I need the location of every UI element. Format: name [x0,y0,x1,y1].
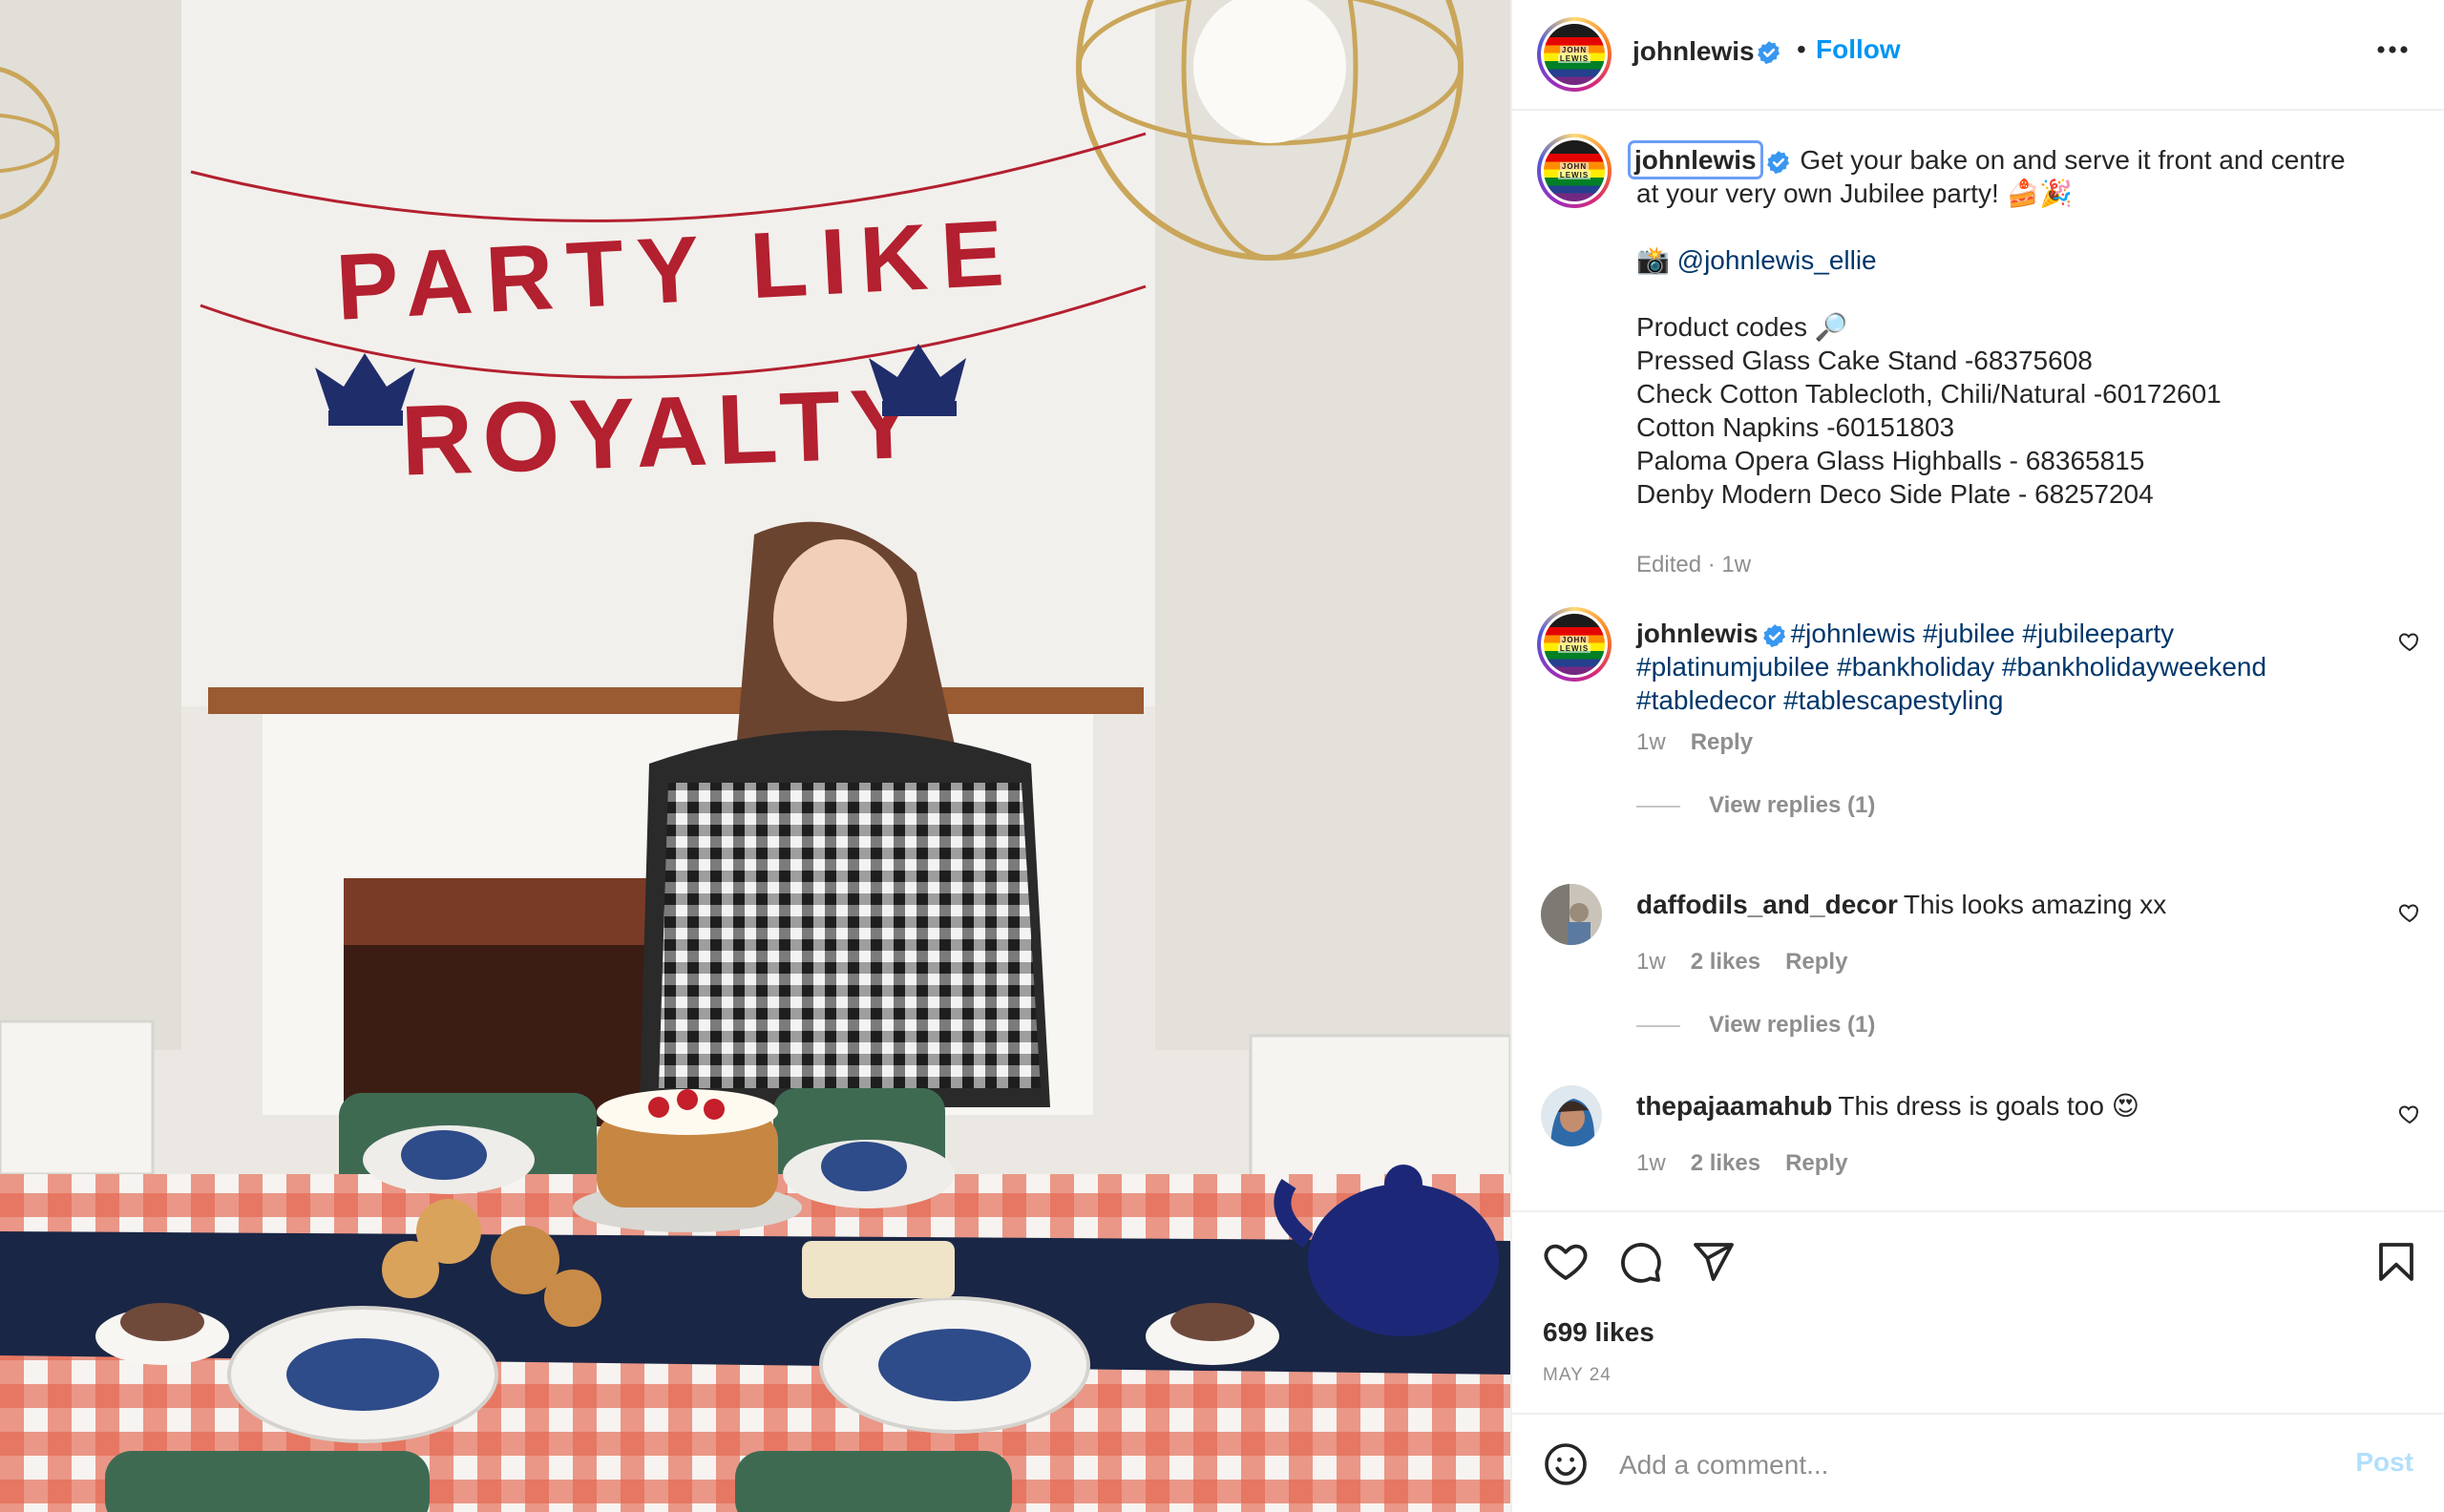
post-header: JOHN LEWIS johnlewis • Follow [1512,0,2444,111]
comment-username[interactable]: thepajaamahub [1636,1091,1832,1121]
product-code-line: Pressed Glass Cake Stand -68375608 [1636,346,2093,375]
caption: JOHN LEWIS johnlewis Get your bake on an… [1512,134,2444,611]
separator-dot: • [1797,34,1806,64]
view-replies-button[interactable]: View replies (1) [1636,792,1875,819]
john-lewis-logo: JOHN LEWIS [1544,140,1605,201]
john-lewis-logo: JOHN LEWIS [1544,614,1605,675]
comment-likes[interactable]: 2 likes [1691,1150,1760,1176]
like-heart-icon[interactable] [1543,1239,1589,1285]
post-actions: 699 likes MAY 24 [1512,1210,2444,1413]
comment-avatar[interactable] [1541,884,1602,945]
comment-item: daffodils_and_decor This looks amazing xx… [1512,878,2444,1060]
follow-button[interactable]: Follow [1816,34,1901,65]
save-bookmark-icon[interactable] [2373,1239,2419,1285]
product-code-line: Paloma Opera Glass Highballs - 68365815 [1636,446,2145,475]
caption-avatar[interactable]: JOHN LEWIS [1537,134,1612,208]
caption-username[interactable]: johnlewis [1628,140,1763,179]
like-comment-heart-icon[interactable] [2398,1102,2421,1125]
post-sidebar: JOHN LEWIS johnlewis • Follow JOHN LEWIS… [1510,0,2444,1512]
comment-text: daffodils_and_decor This looks amazing xx [1636,890,2167,919]
verified-badge-icon [1758,41,1780,65]
comment-avatar[interactable] [1541,1085,1602,1146]
comment-text: johnlewis #johnlewis #jubilee #jubileepa… [1636,617,2358,717]
view-replies-button[interactable]: View replies (1) [1636,1012,1875,1039]
reply-button[interactable]: Reply [1691,729,1753,755]
emoji-smiley-icon[interactable] [1543,1441,1589,1487]
product-codes-title: Product codes 🔎 [1636,312,1848,342]
comment-username[interactable]: daffodils_and_decor [1636,890,1898,919]
like-comment-heart-icon[interactable] [2398,901,2421,924]
comment-time: 1w [1636,729,1666,755]
comment-meta: 1w Reply [1636,729,1753,756]
caption-meta: Edited · 1w [1636,552,1752,578]
avatar-photo [1541,884,1602,945]
author-avatar[interactable]: JOHN LEWIS [1537,17,1612,92]
comment-text: thepajaamahub This dress is goals too 😍 [1636,1091,2139,1121]
like-comment-heart-icon[interactable] [2398,630,2421,653]
photo-credit: 📸 @johnlewis_ellie [1636,245,1877,275]
reply-button[interactable]: Reply [1785,1150,1847,1176]
reply-button[interactable]: Reply [1785,949,1847,975]
comment-meta: 1w 2 likes Reply [1636,1150,1847,1177]
comment-avatar[interactable]: JOHN LEWIS [1537,607,1612,682]
product-code-line: Denby Modern Deco Side Plate - 68257204 [1636,479,2154,509]
avatar-photo [1541,1085,1602,1146]
verified-badge-icon [1766,150,1789,174]
caption-text-block: johnlewis Get your bake on and serve it … [1628,140,2358,511]
instagram-post-view: PARTY LIKE ROYALTY JOHN LEWIS johnlewis … [0,0,2444,1512]
likes-count[interactable]: 699 likes [1543,1317,1654,1348]
author-username[interactable]: johnlewis [1633,36,1755,67]
post-date: MAY 24 [1543,1365,1612,1385]
comment-time: 1w [1636,949,1666,975]
comment-likes[interactable]: 2 likes [1691,949,1760,975]
post-image: PARTY LIKE ROYALTY [0,0,1510,1512]
comment-item: thepajaamahub This dress is goals too 😍 1… [1512,1080,2444,1194]
post-comment-button[interactable]: Post [2355,1447,2413,1478]
share-paper-plane-icon[interactable] [1690,1239,1736,1285]
product-code-line: Check Cotton Tablecloth, Chili/Natural -… [1636,379,2222,409]
comment-time: 1w [1636,1150,1666,1176]
post-photo: PARTY LIKE ROYALTY [0,0,1510,1512]
comment-username[interactable]: johnlewis [1636,619,1759,648]
verified-badge-icon [1762,623,1785,647]
comment-bubble-icon[interactable] [1617,1239,1663,1285]
more-options-icon[interactable] [2375,44,2410,55]
comment-meta: 1w 2 likes Reply [1636,949,1847,976]
comments-list[interactable]: JOHN LEWIS johnlewis Get your bake on an… [1512,111,2444,1208]
banner-line-2: ROYALTY [399,368,927,497]
product-code-line: Cotton Napkins -60151803 [1636,412,1955,442]
comment-item: JOHN LEWIS johnlewis #johnlewis #jubilee… [1512,607,2444,818]
john-lewis-logo: JOHN LEWIS [1544,24,1605,85]
credit-mention-link[interactable]: @johnlewis_ellie [1677,245,1877,275]
add-comment-bar: Post [1512,1413,2444,1512]
comment-input[interactable] [1617,1436,2289,1495]
cake [573,1089,802,1232]
